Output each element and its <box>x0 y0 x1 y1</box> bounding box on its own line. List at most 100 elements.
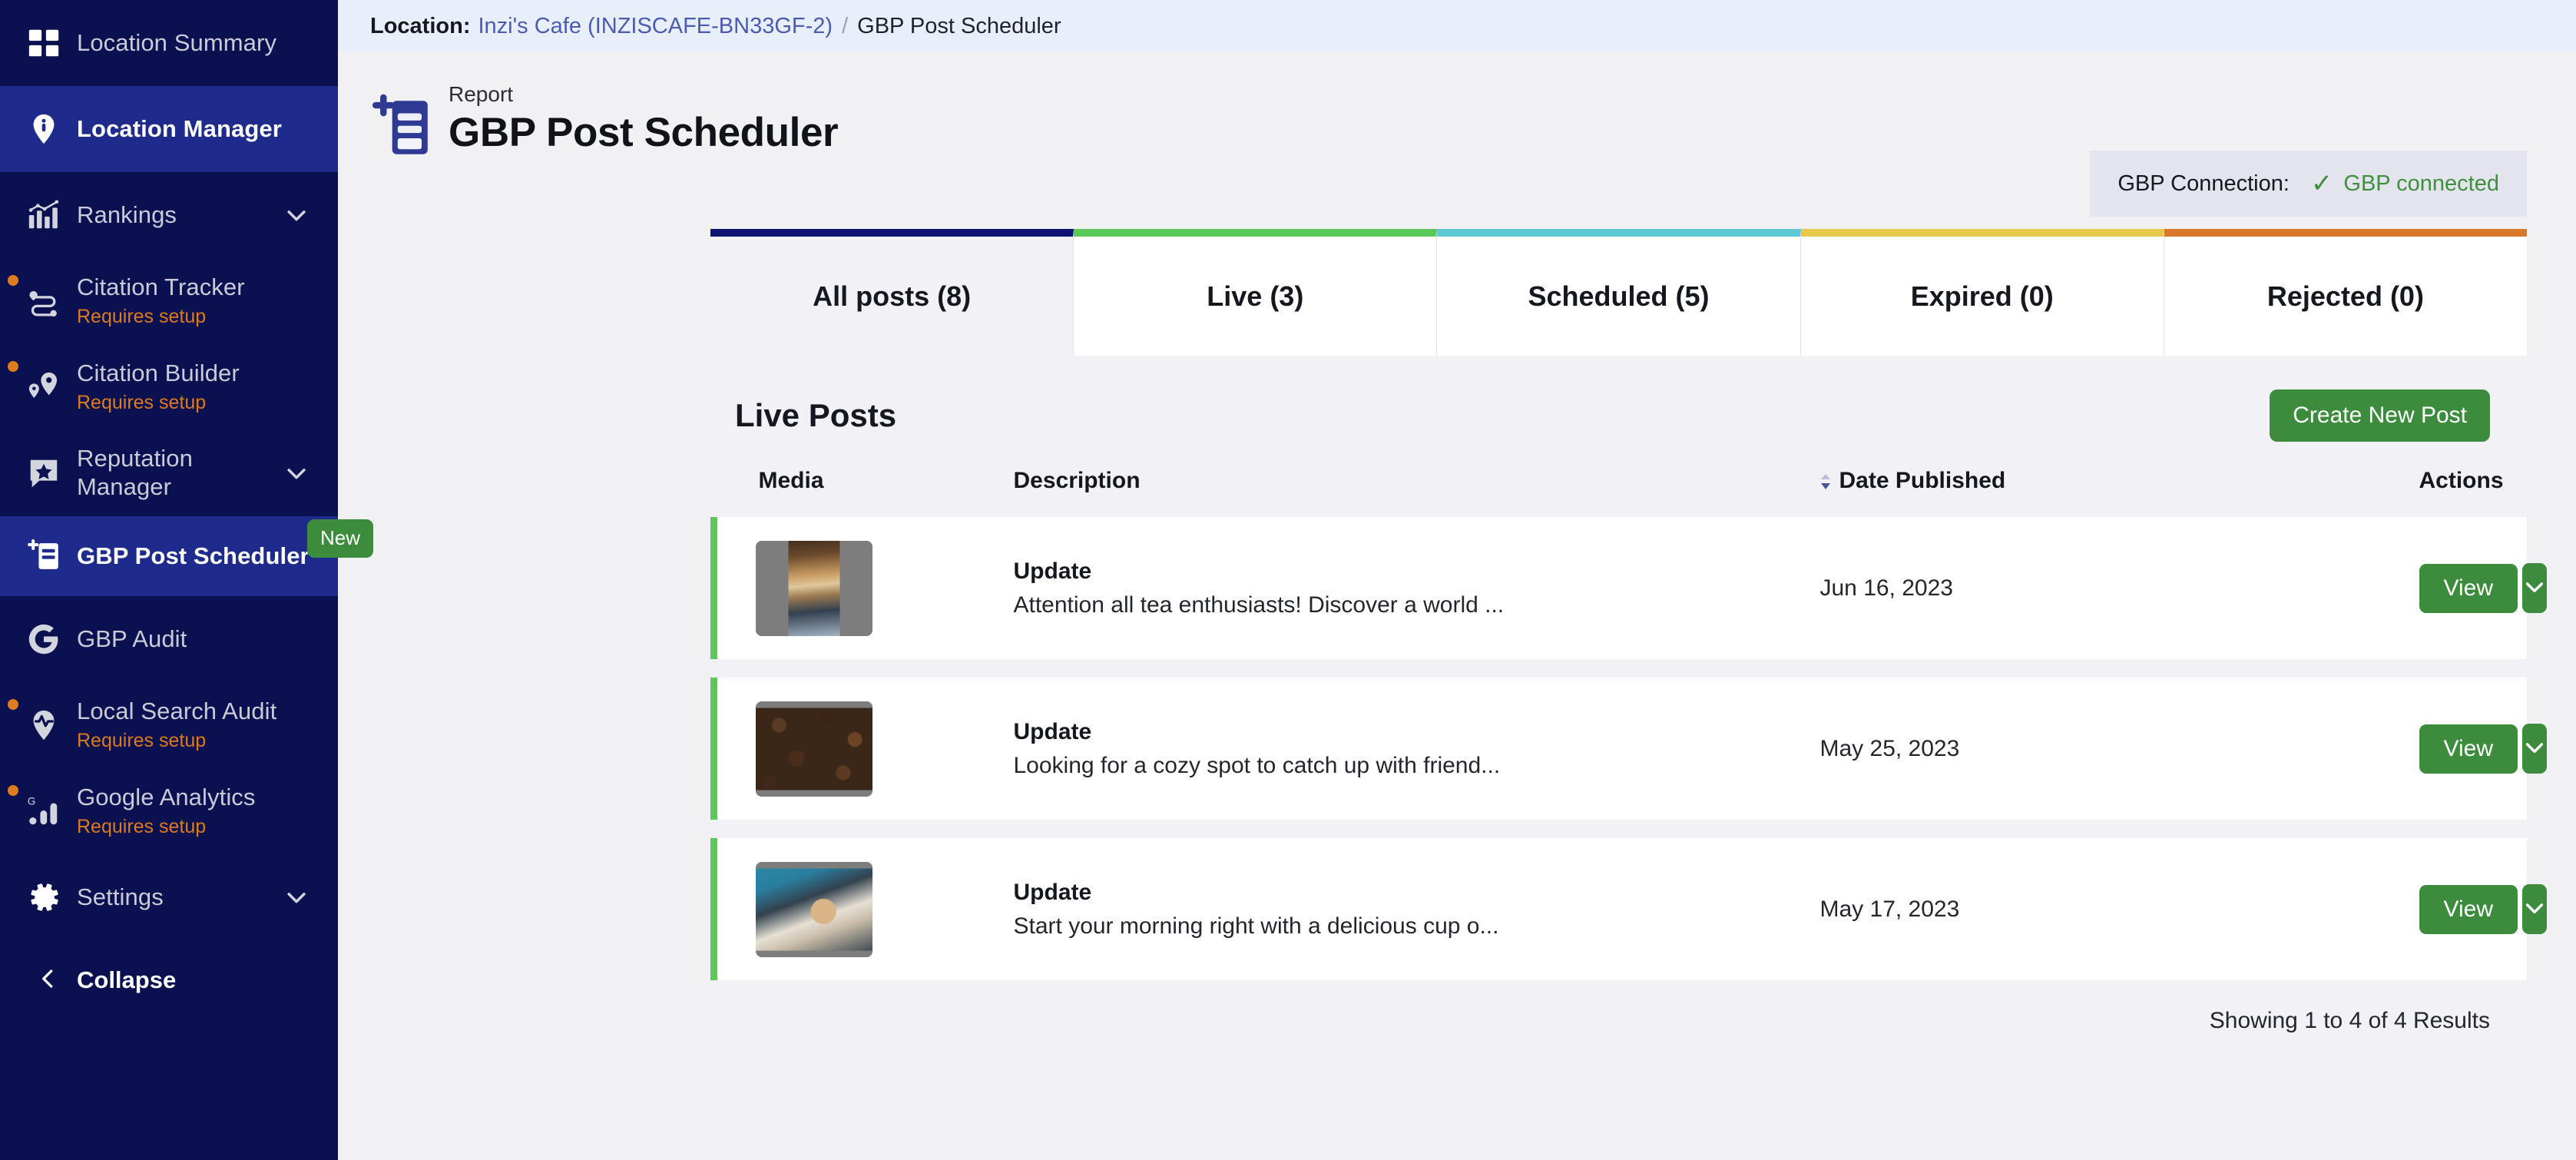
sidebar-item-body: Rankings <box>77 201 281 230</box>
sidebar-item-gbp-post-scheduler[interactable]: GBP Post Scheduler New <box>0 516 373 596</box>
page-title-group: Report GBP Post Scheduler <box>449 82 839 155</box>
cell-date: May 17, 2023 <box>1819 838 2419 980</box>
citation-pins-icon <box>22 365 66 409</box>
table-body: Update Attention all tea enthusiasts! Di… <box>710 517 2547 980</box>
sidebar-item-gbp-audit[interactable]: GBP Audit <box>0 596 338 682</box>
tab-label: All posts (8) <box>813 280 972 312</box>
view-button[interactable]: View <box>2419 563 2518 613</box>
chevron-down-icon <box>2522 735 2547 762</box>
sidebar-item-status: Requires setup <box>77 305 207 327</box>
chevron-down-icon[interactable] <box>281 200 312 230</box>
cell-media <box>710 678 1014 820</box>
table-row[interactable]: Update Looking for a cozy spot to catch … <box>710 678 2547 820</box>
sidebar-item-label: Location Summary <box>77 28 277 56</box>
view-button[interactable]: View <box>2419 724 2518 774</box>
sidebar-item-reputation-manager[interactable]: Reputation Manager <box>0 430 338 516</box>
table-header-row: Media Description Date Published Actions <box>714 468 2528 517</box>
column-header-description: Description <box>1013 468 1141 493</box>
sidebar-item-citation-builder[interactable]: Citation Builder Requires setup <box>0 344 338 430</box>
cell-description: Update Start your morning right with a d… <box>1013 838 1820 980</box>
sidebar-item-label: Rankings <box>77 201 177 228</box>
gbp-connection-value: GBP connected <box>2343 171 2499 196</box>
breadcrumb-location-link[interactable]: Inzi's Cafe (INZISCAFE-BN33GF-2) <box>478 14 833 39</box>
sidebar-item-location-summary[interactable]: Location Summary <box>0 0 338 86</box>
post-description: Start your morning right with a deliciou… <box>1013 913 1499 939</box>
sidebar-item-body: Local Search Audit Requires setup <box>77 698 312 753</box>
sidebar: Location Summary Location Manager Rankin… <box>0 0 373 1160</box>
sidebar-item-body: Citation Tracker Requires setup <box>77 273 312 329</box>
table-row[interactable]: Update Attention all tea enthusiasts! Di… <box>710 517 2547 659</box>
sidebar-item-status: Requires setup <box>77 815 207 837</box>
sidebar-item-label: Location Manager <box>77 114 282 142</box>
post-thumbnail[interactable] <box>756 861 872 957</box>
post-type-label: Update <box>1013 718 1092 744</box>
sidebar-item-rankings[interactable]: Rankings <box>0 172 338 258</box>
grid-icon <box>22 21 66 65</box>
chevron-down-icon[interactable] <box>281 882 312 913</box>
app-root: Location Summary Location Manager Rankin… <box>0 0 2576 1160</box>
post-date-published: May 17, 2023 <box>1819 896 1960 922</box>
tab-label: Rejected (0) <box>2266 280 2424 312</box>
sort-indicator-icon[interactable] <box>1820 473 1831 490</box>
view-button[interactable]: View <box>2419 884 2518 934</box>
latte-art-photo <box>756 540 872 636</box>
tab-label: Expired (0) <box>1910 280 2054 312</box>
post-thumbnail[interactable] <box>756 701 872 797</box>
breadcrumb-separator: / <box>842 13 849 38</box>
actions-dropdown-button[interactable] <box>2521 563 2547 613</box>
cell-description: Update Attention all tea enthusiasts! Di… <box>1013 517 1820 659</box>
tab-bar: All posts (8) Live (3) Scheduled (5) Exp… <box>710 229 2528 356</box>
row-spacer <box>714 820 2528 838</box>
sidebar-item-local-search-audit[interactable]: Local Search Audit Requires setup <box>0 682 338 768</box>
sidebar-item-body: Reputation Manager <box>77 445 281 501</box>
tab-all-posts[interactable]: All posts (8) <box>710 229 1074 356</box>
chevron-down-icon <box>2522 575 2547 602</box>
page-title: GBP Post Scheduler <box>449 109 839 155</box>
tab-scheduled[interactable]: Scheduled (5) <box>1437 229 1801 356</box>
sidebar-item-label: Citation Builder <box>77 359 240 386</box>
check-icon: ✓ <box>2310 169 2333 198</box>
post-thumbnail[interactable] <box>756 540 872 636</box>
sidebar-item-location-manager[interactable]: Location Manager <box>0 86 338 172</box>
breadcrumb-current: GBP Post Scheduler <box>857 13 1061 38</box>
sidebar-collapse-label: Collapse <box>77 966 177 993</box>
sidebar-item-status: Requires setup <box>77 391 207 413</box>
status-badge: ✓ GBP connected <box>2311 171 2499 197</box>
actions-dropdown-button[interactable] <box>2521 724 2547 774</box>
alert-dot-icon <box>8 275 18 286</box>
tab-live[interactable]: Live (3) <box>1074 229 1438 356</box>
actions-dropdown-button[interactable] <box>2521 884 2547 934</box>
panel-header: Live Posts Create New Post <box>710 356 2527 468</box>
sidebar-collapse-button[interactable]: Collapse <box>0 940 338 1020</box>
sidebar-item-body: Citation Builder Requires setup <box>77 360 312 415</box>
sidebar-item-label: GBP Audit <box>77 625 187 652</box>
cell-media <box>710 838 1014 980</box>
sidebar-item-body: Settings <box>77 883 281 912</box>
sidebar-item-status: Requires setup <box>77 729 207 751</box>
chevron-down-icon[interactable] <box>281 458 312 489</box>
table-head: Media Description Date Published Actions <box>714 468 2528 517</box>
create-new-post-button[interactable]: Create New Post <box>2270 389 2490 442</box>
table-row[interactable]: Update Start your morning right with a d… <box>710 838 2547 980</box>
sidebar-item-settings[interactable]: Settings <box>0 854 338 940</box>
sidebar-item-body: Location Manager <box>77 115 312 144</box>
row-actions: View <box>2419 724 2547 774</box>
post-description: Looking for a cozy spot to catch up with… <box>1013 752 1501 778</box>
posts-table: Media Description Date Published Actions <box>710 468 2547 980</box>
gbp-connection-status: GBP Connection: ✓ GBP connected <box>2090 151 2527 217</box>
page-header: Report GBP Post Scheduler GBP Connection… <box>338 52 2576 217</box>
sidebar-item-citation-tracker[interactable]: Citation Tracker Requires setup <box>0 258 338 344</box>
sidebar-item-label: GBP Post Scheduler <box>77 542 310 569</box>
sidebar-item-body: GBP Audit <box>77 625 312 654</box>
row-spacer <box>714 659 2528 678</box>
post-scheduler-icon <box>372 94 432 160</box>
tab-rejected[interactable]: Rejected (0) <box>2164 229 2528 356</box>
column-header-date-published[interactable]: Date Published <box>1820 468 2419 517</box>
sidebar-item-google-analytics[interactable]: G Google Analytics Requires setup <box>0 768 338 854</box>
column-header-media: Media <box>758 468 824 493</box>
tab-expired[interactable]: Expired (0) <box>1800 229 2164 356</box>
sidebar-item-body: Location Summary <box>77 29 312 58</box>
main-content: Location: Inzi's Cafe (INZISCAFE-BN33GF-… <box>338 0 2576 1160</box>
barista-holding-cup-photo <box>756 861 872 957</box>
breadcrumb: Location: Inzi's Cafe (INZISCAFE-BN33GF-… <box>338 0 2576 52</box>
